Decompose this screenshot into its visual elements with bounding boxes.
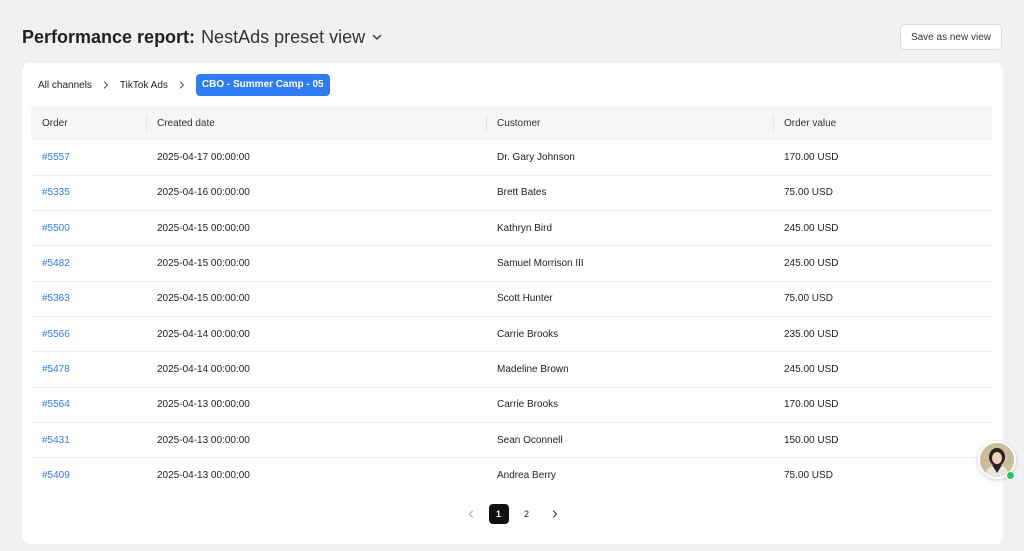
page-title: Performance report: bbox=[22, 26, 196, 47]
order-link[interactable]: #5431 bbox=[42, 435, 70, 446]
order-value-cell: 245.00 USD bbox=[773, 210, 992, 247]
customer-cell: Sean Oconnell bbox=[486, 422, 773, 459]
customer-cell: Scott Hunter bbox=[486, 281, 773, 317]
table-header-row: Order Created date Customer Order value bbox=[31, 106, 992, 140]
order-link[interactable]: #5500 bbox=[42, 223, 70, 234]
report-card: All channels TikTok Ads CBO - Summer Cam… bbox=[22, 63, 1003, 544]
order-value-cell: 170.00 USD bbox=[773, 387, 992, 423]
table-row[interactable]: #5409 2025-04-13 00:00:00 Andrea Berry 75.0… bbox=[31, 458, 992, 493]
order-value-cell: 235.00 USD bbox=[773, 316, 992, 353]
order-link[interactable]: #5557 bbox=[42, 152, 70, 163]
table-row[interactable]: #5478 2025-04-14 00:00:00 Madeline Brown 24… bbox=[31, 351, 992, 388]
chevron-right-icon bbox=[102, 81, 110, 89]
breadcrumb-item-tiktok-ads[interactable]: TikTok Ads bbox=[120, 80, 168, 91]
chevron-right-icon[interactable] bbox=[545, 504, 565, 524]
order-link-cell: #5478 bbox=[31, 351, 146, 388]
created-date-cell: 2025-04-15 00:00:00 bbox=[146, 281, 486, 317]
created-date-cell: 2025-04-17 00:00:00 bbox=[146, 140, 486, 176]
table-row[interactable]: #5363 2025-04-15 00:00:00 Scott Hunter 75.0… bbox=[31, 281, 992, 317]
created-date-cell: 2025-04-13 00:00:00 bbox=[146, 422, 486, 459]
table-row[interactable]: #5564 2025-04-13 00:00:00 Carrie Brooks 170… bbox=[31, 387, 992, 423]
online-status-indicator bbox=[1006, 471, 1015, 480]
chevron-right-icon bbox=[178, 81, 186, 89]
order-link[interactable]: #5409 bbox=[42, 470, 70, 481]
order-link[interactable]: #5482 bbox=[42, 258, 70, 269]
order-link[interactable]: #5564 bbox=[42, 399, 70, 410]
created-date-cell: 2025-04-15 00:00:00 bbox=[146, 245, 486, 282]
customer-cell: Madeline Brown bbox=[486, 351, 773, 388]
breadcrumb-item-active-campaign[interactable]: CBO - Summer Camp - 05 bbox=[195, 74, 330, 96]
orders-table: Order Created date Customer Order value … bbox=[31, 106, 992, 493]
column-header-created-date[interactable]: Created date bbox=[146, 106, 486, 140]
order-link-cell: #5500 bbox=[31, 210, 146, 247]
save-as-new-view-button[interactable]: Save as new view bbox=[899, 24, 1002, 50]
table-row[interactable]: #5500 2025-04-15 00:00:00 Kathryn Bird 245.… bbox=[31, 210, 992, 247]
created-date-cell: 2025-04-16 00:00:00 bbox=[146, 175, 486, 212]
table-body: #5557 2025-04-17 00:00:00 Dr. Gary Johnson… bbox=[31, 140, 992, 493]
order-link-cell: #5564 bbox=[31, 387, 146, 423]
chevron-down-icon[interactable] bbox=[371, 31, 383, 43]
breadcrumb-item-all-channels[interactable]: All channels bbox=[38, 80, 92, 91]
table-row[interactable]: #5482 2025-04-15 00:00:00 Samuel Morrison … bbox=[31, 245, 992, 282]
order-value-cell: 75.00 USD bbox=[773, 175, 992, 212]
customer-cell: Carrie Brooks bbox=[486, 387, 773, 423]
order-value-cell: 245.00 USD bbox=[773, 351, 992, 388]
page-button-2[interactable]: 2 bbox=[517, 504, 537, 524]
column-header-order-value[interactable]: Order value bbox=[773, 106, 992, 140]
column-header-order[interactable]: Order bbox=[31, 106, 146, 140]
breadcrumb: All channels TikTok Ads CBO - Summer Cam… bbox=[38, 74, 330, 96]
table-row[interactable]: #5431 2025-04-13 00:00:00 Sean Oconnell 150… bbox=[31, 422, 992, 459]
created-date-cell: 2025-04-15 00:00:00 bbox=[146, 210, 486, 247]
table-row[interactable]: #5566 2025-04-14 00:00:00 Carrie Brooks 235… bbox=[31, 316, 992, 353]
order-link-cell: #5482 bbox=[31, 245, 146, 282]
order-link[interactable]: #5478 bbox=[42, 364, 70, 375]
pagination: 1 2 bbox=[22, 504, 1003, 524]
customer-cell: Carrie Brooks bbox=[486, 316, 773, 353]
order-link-cell: #5363 bbox=[31, 281, 146, 317]
order-link[interactable]: #5335 bbox=[42, 187, 70, 198]
chevron-left-icon[interactable] bbox=[461, 504, 481, 524]
order-value-cell: 170.00 USD bbox=[773, 140, 992, 176]
order-value-cell: 245.00 USD bbox=[773, 245, 992, 282]
column-header-customer[interactable]: Customer bbox=[486, 106, 773, 140]
order-link-cell: #5431 bbox=[31, 422, 146, 459]
order-link-cell: #5557 bbox=[31, 140, 146, 176]
order-link[interactable]: #5566 bbox=[42, 329, 70, 340]
created-date-cell: 2025-04-14 00:00:00 bbox=[146, 351, 486, 388]
view-selector-label[interactable]: NestAds preset view bbox=[201, 27, 365, 48]
customer-cell: Brett Bates bbox=[486, 175, 773, 212]
created-date-cell: 2025-04-13 00:00:00 bbox=[157, 470, 250, 482]
page-header: Performance report: NestAds preset view … bbox=[22, 22, 1002, 52]
customer-cell: Kathryn Bird bbox=[486, 210, 773, 247]
order-link-cell: #5335 bbox=[31, 175, 146, 212]
customer-cell: Dr. Gary Johnson bbox=[486, 140, 773, 176]
order-value-cell: 75.00 USD bbox=[773, 281, 992, 317]
order-link-cell: #5566 bbox=[31, 316, 146, 353]
created-date-cell: 2025-04-14 00:00:00 bbox=[146, 316, 486, 353]
created-date-cell: 2025-04-13 00:00:00 bbox=[146, 387, 486, 423]
order-value-cell: 150.00 USD bbox=[773, 422, 992, 459]
customer-cell: Samuel Morrison III bbox=[486, 245, 773, 282]
customer-cell: Andrea Berry bbox=[497, 470, 556, 482]
page-button-1[interactable]: 1 bbox=[488, 504, 509, 524]
order-value-cell: 75.00 USD bbox=[784, 470, 833, 482]
order-link[interactable]: #5363 bbox=[42, 293, 70, 304]
table-row[interactable]: #5335 2025-04-16 00:00:00 Brett Bates 75.00… bbox=[31, 175, 992, 212]
table-row[interactable]: #5557 2025-04-17 00:00:00 Dr. Gary Johnson… bbox=[31, 140, 992, 176]
order-link-cell: #5409 bbox=[31, 458, 146, 493]
